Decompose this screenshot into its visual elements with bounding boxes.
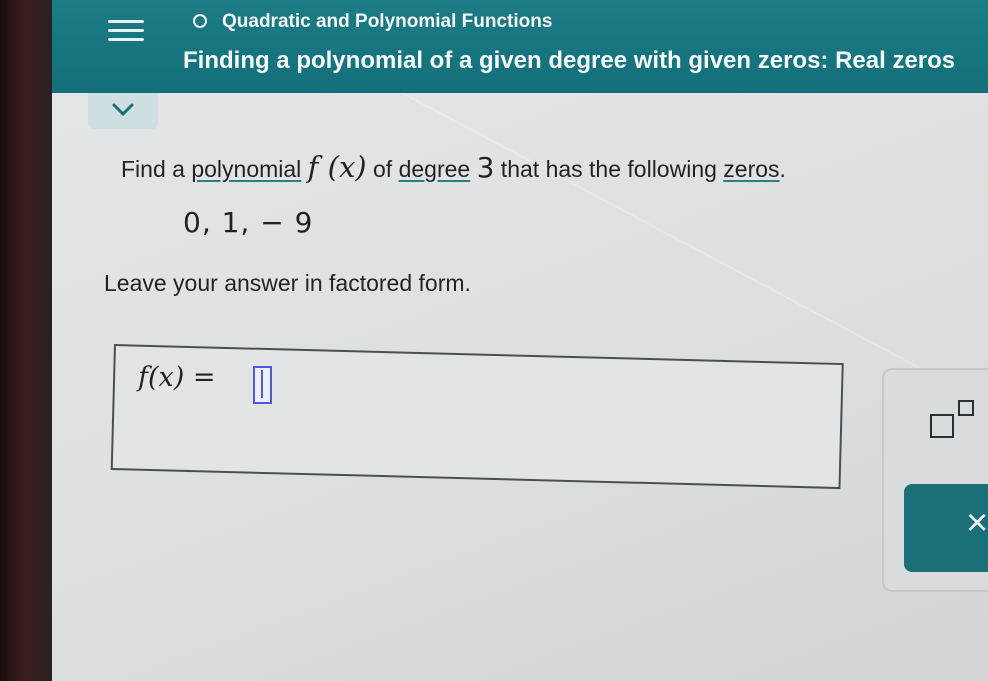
degree-value: 3 <box>476 151 495 184</box>
glossary-link-zeros[interactable]: zeros <box>723 156 779 182</box>
clear-button[interactable]: × <box>904 484 988 572</box>
collapse-header-button[interactable] <box>88 93 158 129</box>
exponent-button[interactable] <box>928 398 978 438</box>
question-part3: that has the following <box>494 156 724 182</box>
question-part2: of <box>366 156 399 182</box>
topic-status-icon <box>193 14 207 28</box>
question-text: Find a polynomial f (x) of degree 3 that… <box>121 150 786 184</box>
answer-label: f(x) = <box>138 362 216 393</box>
zeros-list: 0, 1, − 9 <box>183 206 314 239</box>
exponent-power-icon <box>958 400 974 416</box>
answer-input-area[interactable] <box>110 344 844 490</box>
glossary-link-degree[interactable]: degree <box>399 156 471 182</box>
answer-input-cursor[interactable] <box>253 366 272 404</box>
instruction-text: Leave your answer in factored form. <box>104 270 471 296</box>
glossary-link-polynomial[interactable]: polynomial <box>191 156 301 182</box>
menu-icon[interactable] <box>108 20 144 50</box>
function-name: f (x) <box>307 150 367 184</box>
topic-title: Quadratic and Polynomial Functions <box>222 11 553 32</box>
screen-background <box>52 0 988 681</box>
lesson-subtitle: Finding a polynomial of a given degree w… <box>183 47 956 74</box>
question-part1: Find a <box>121 156 192 182</box>
clear-icon: × <box>966 502 988 544</box>
chevron-down-icon <box>112 103 134 117</box>
exponent-base-icon <box>930 414 954 438</box>
question-end: . <box>779 156 786 182</box>
